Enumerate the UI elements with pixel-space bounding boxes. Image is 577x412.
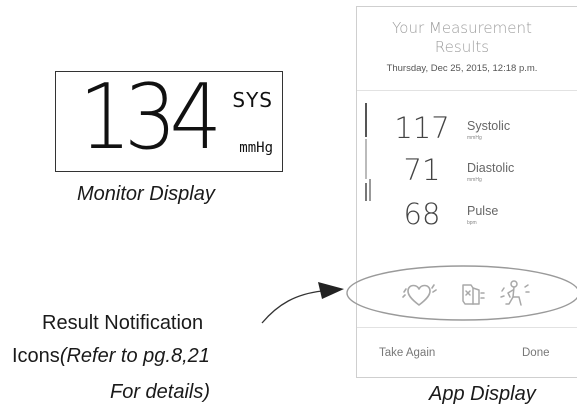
notification-line-1: Result Notification [42, 312, 204, 334]
footer-divider [357, 327, 577, 328]
pulse-level-bar-secondary [369, 179, 371, 201]
diastolic-unit: mmHg [467, 177, 482, 183]
systolic-value: 117 [394, 111, 450, 145]
header-divider [357, 90, 577, 91]
notification-line-2: Icons(Refer to pg.8,21 [12, 345, 210, 368]
systolic-level-bar [365, 103, 367, 137]
monitor-sys-label: SYS [232, 88, 273, 112]
notification-reference: (Refer to pg.8,21 [59, 345, 210, 367]
take-again-button[interactable]: Take Again [379, 347, 435, 359]
diastolic-value: 71 [403, 153, 441, 187]
pulse-level-bar [365, 183, 367, 201]
systolic-unit: mmHg [467, 135, 482, 141]
systolic-label: Systolic [467, 119, 511, 133]
notification-line-3: For details) [110, 381, 211, 403]
monitor-systolic-value: 134 [79, 65, 222, 170]
pulse-label: Pulse [467, 204, 499, 218]
app-title-line-1: Your Measurement [392, 19, 532, 37]
pulse-unit: bpm [467, 220, 477, 226]
notification-icons-word: Icons [12, 345, 60, 367]
monitor-caption: Monitor Display [77, 183, 215, 205]
measurement-date: Thursday, Dec 25, 2015, 12:18 p.m. [386, 63, 538, 74]
cuff-wrap-guide-icon[interactable] [453, 277, 489, 313]
diastolic-label: Diastolic [467, 161, 515, 175]
irregular-heartbeat-icon[interactable] [401, 277, 437, 313]
app-caption: App Display [429, 383, 536, 405]
monitor-unit-label: mmHg [239, 140, 273, 156]
done-button[interactable]: Done [522, 347, 550, 359]
diastolic-level-bar [365, 139, 367, 179]
app-screen: Your Measurement Results Thursday, Dec 2… [356, 6, 577, 378]
monitor-display: 134 SYS mmHg [55, 71, 283, 172]
app-title-line-2: Results [434, 38, 490, 56]
pulse-value: 68 [403, 197, 441, 231]
body-movement-icon[interactable] [497, 277, 533, 313]
